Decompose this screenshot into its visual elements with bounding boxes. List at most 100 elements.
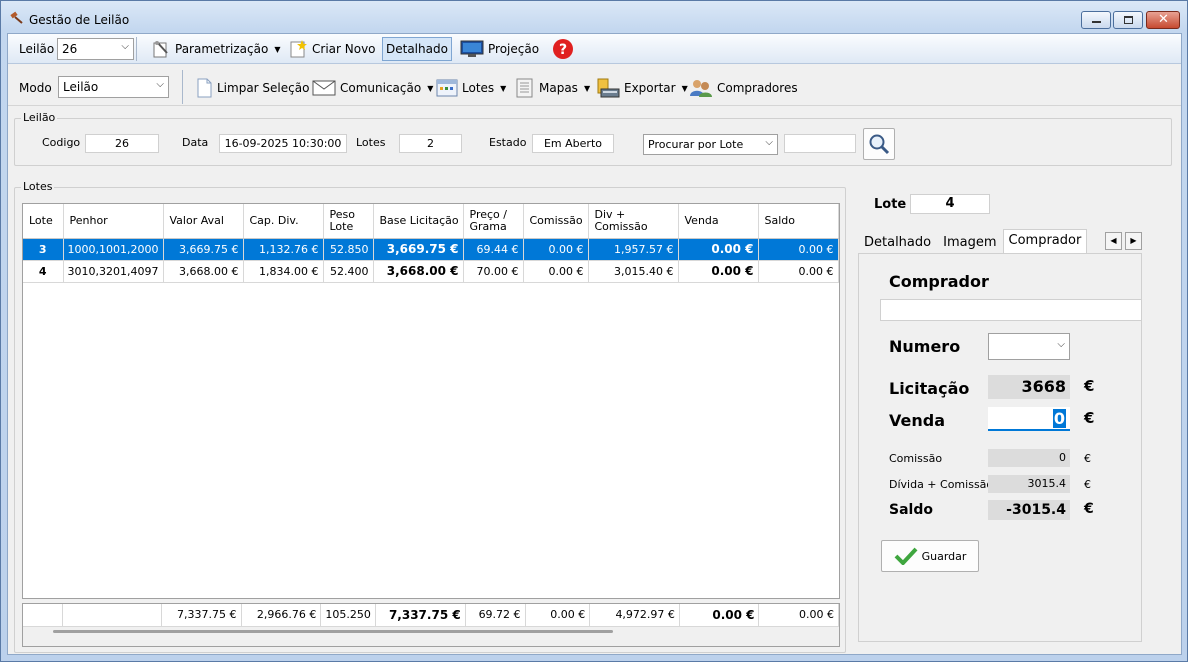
detalhado-button[interactable]: Detalhado: [382, 37, 452, 61]
detail-tabs: Detalhado Imagem Comprador: [858, 229, 1088, 253]
compradores-button[interactable]: Compradores: [686, 76, 801, 100]
cell-penhor[interactable]: 3010,3201,4097: [63, 260, 164, 283]
lote-label: Lote: [874, 197, 907, 212]
cell-div-comissao[interactable]: 1,957.57 €: [588, 238, 679, 261]
projecao-button[interactable]: Projeção: [457, 37, 542, 61]
lotes-label: Lotes: [462, 81, 495, 95]
horizontal-scrollbar[interactable]: [53, 630, 613, 633]
numero-select[interactable]: ⌵: [988, 333, 1070, 360]
cell-comissao[interactable]: 0.00 €: [523, 238, 589, 261]
column-header-lote[interactable]: Lote: [23, 204, 64, 239]
estado-field[interactable]: Em Aberto: [532, 134, 614, 153]
table-row[interactable]: 3 1000,1001,2000 3,669.75 € 1,132.76 € 5…: [23, 238, 839, 261]
column-header-preco-grama[interactable]: Preço / Grama: [463, 204, 524, 239]
search-input[interactable]: [784, 134, 856, 153]
cell-preco[interactable]: 70.00 €: [463, 260, 524, 283]
cell-saldo[interactable]: 0.00 €: [758, 260, 839, 283]
app-window: Gestão de Leilão ✕ Leilão 26 ⌵ Parametri…: [0, 0, 1188, 662]
lotes-button[interactable]: Lotes ▼: [433, 76, 509, 100]
detalhado-label: Detalhado: [386, 42, 448, 56]
column-header-saldo[interactable]: Saldo: [758, 204, 839, 239]
cell-div-comissao[interactable]: 3,015.40 €: [588, 260, 679, 283]
column-header-venda[interactable]: Venda: [678, 204, 759, 239]
totals-table: 7,337.75 € 2,966.76 € 105.250 7,337.75 €…: [23, 604, 839, 627]
licitacao-label: Licitação: [889, 379, 970, 398]
tab-scroll-right-button[interactable]: ▶: [1125, 232, 1142, 250]
lotes-count-field[interactable]: 2: [399, 134, 462, 153]
leilao-select[interactable]: 26 ⌵: [57, 38, 134, 60]
cell-penhor[interactable]: 1000,1001,2000: [63, 238, 164, 261]
client-area: Leilão 26 ⌵ Parametrização ▼ Criar Novo …: [7, 33, 1182, 655]
codigo-field[interactable]: 26: [85, 134, 159, 153]
compradores-label: Compradores: [717, 81, 798, 95]
cell-valor-aval[interactable]: 3,668.00 €: [163, 260, 244, 283]
projecao-label: Projeção: [488, 42, 540, 56]
leilao-group: Leilão Codigo 26 Data 16-09-2025 10:30:0…: [14, 111, 1172, 166]
tab-comprador[interactable]: Comprador: [1002, 229, 1088, 253]
minimize-button[interactable]: [1081, 11, 1111, 29]
cell-comissao[interactable]: 0.00 €: [523, 260, 589, 283]
settings-doc-icon: [153, 41, 168, 58]
cell-base[interactable]: 3,668.00 €: [373, 260, 464, 283]
toolbar-separator: [136, 37, 137, 61]
lote-field[interactable]: 4: [910, 194, 990, 214]
criar-novo-label: Criar Novo: [312, 42, 376, 56]
comunicacao-button[interactable]: Comunicação ▼: [309, 76, 436, 100]
tab-imagem[interactable]: Imagem: [937, 231, 1002, 253]
column-header-valor-aval[interactable]: Valor Aval: [163, 204, 244, 239]
modo-select[interactable]: Leilão ⌵: [58, 76, 169, 98]
column-header-comissao[interactable]: Comissão: [523, 204, 589, 239]
toolbar-separator: [182, 70, 183, 104]
cell-peso[interactable]: 52.400: [323, 260, 374, 283]
cell-lote[interactable]: 4: [23, 260, 64, 283]
search-mode-select[interactable]: Procurar por Lote ⌵: [643, 134, 778, 155]
cell-cap-div[interactable]: 1,834.00 €: [243, 260, 324, 283]
comissao-value: 0: [988, 449, 1070, 467]
parametrizacao-button[interactable]: Parametrização ▼: [148, 37, 283, 61]
total-base: 7,337.75 €: [375, 604, 466, 627]
saldo-value: -3015.4: [988, 500, 1070, 520]
cell-peso[interactable]: 52.850: [323, 238, 374, 261]
column-header-penhor[interactable]: Penhor: [63, 204, 164, 239]
cell-base[interactable]: 3,669.75 €: [373, 238, 464, 261]
column-header-cap-div[interactable]: Cap. Div.: [243, 204, 324, 239]
comunicacao-label: Comunicação: [340, 81, 422, 95]
mapas-button[interactable]: Mapas ▼: [512, 76, 593, 100]
lotes-group-title: Lotes: [21, 180, 55, 193]
blank-page-icon: [197, 78, 212, 98]
cell-saldo[interactable]: 0.00 €: [758, 238, 839, 261]
table-row[interactable]: 4 3010,3201,4097 3,668.00 € 1,834.00 € 5…: [23, 260, 839, 283]
tab-detalhado[interactable]: Detalhado: [858, 231, 937, 253]
arrow-right-icon: ▶: [1130, 236, 1137, 245]
help-button[interactable]: ?: [549, 37, 577, 61]
close-button[interactable]: ✕: [1146, 11, 1180, 29]
exportar-button[interactable]: Exportar ▼: [593, 76, 691, 100]
leilao-label: Leilão: [19, 42, 55, 56]
grid-list-icon: [436, 79, 458, 97]
tab-scroll-left-button[interactable]: ◀: [1105, 232, 1122, 250]
cell-empty: [62, 604, 162, 627]
total-div-comissao: 4,972.97 €: [589, 604, 680, 627]
column-header-base-licitacao[interactable]: Base Licitação: [373, 204, 464, 239]
numero-label: Numero: [889, 337, 961, 356]
column-header-div-comissao[interactable]: Div + Comissão: [588, 204, 679, 239]
cell-preco[interactable]: 69.44 €: [463, 238, 524, 261]
lotes-table: Lote Penhor Valor Aval Cap. Div. Peso Lo…: [23, 204, 839, 283]
maximize-button[interactable]: [1113, 11, 1143, 29]
chevron-down-icon: ⌵: [121, 41, 129, 52]
venda-input[interactable]: 0: [988, 407, 1070, 431]
cell-valor-aval[interactable]: 3,669.75 €: [163, 238, 244, 261]
comprador-name-field[interactable]: [880, 299, 1142, 321]
column-header-peso-lote[interactable]: Peso Lote: [323, 204, 374, 239]
cell-cap-div[interactable]: 1,132.76 €: [243, 238, 324, 261]
cell-venda[interactable]: 0.00 €: [678, 260, 759, 283]
guardar-button[interactable]: Guardar: [881, 540, 979, 572]
cell-venda[interactable]: 0.00 €: [678, 238, 759, 261]
venda-input-value: 0: [1052, 409, 1066, 428]
table-header-row: Lote Penhor Valor Aval Cap. Div. Peso Lo…: [23, 204, 839, 239]
cell-lote[interactable]: 3: [23, 238, 64, 261]
limpar-selecao-button[interactable]: Limpar Seleção: [192, 76, 312, 100]
criar-novo-button[interactable]: Criar Novo: [285, 37, 379, 61]
data-field[interactable]: 16-09-2025 10:30:00: [219, 134, 347, 153]
search-button[interactable]: [863, 128, 895, 160]
